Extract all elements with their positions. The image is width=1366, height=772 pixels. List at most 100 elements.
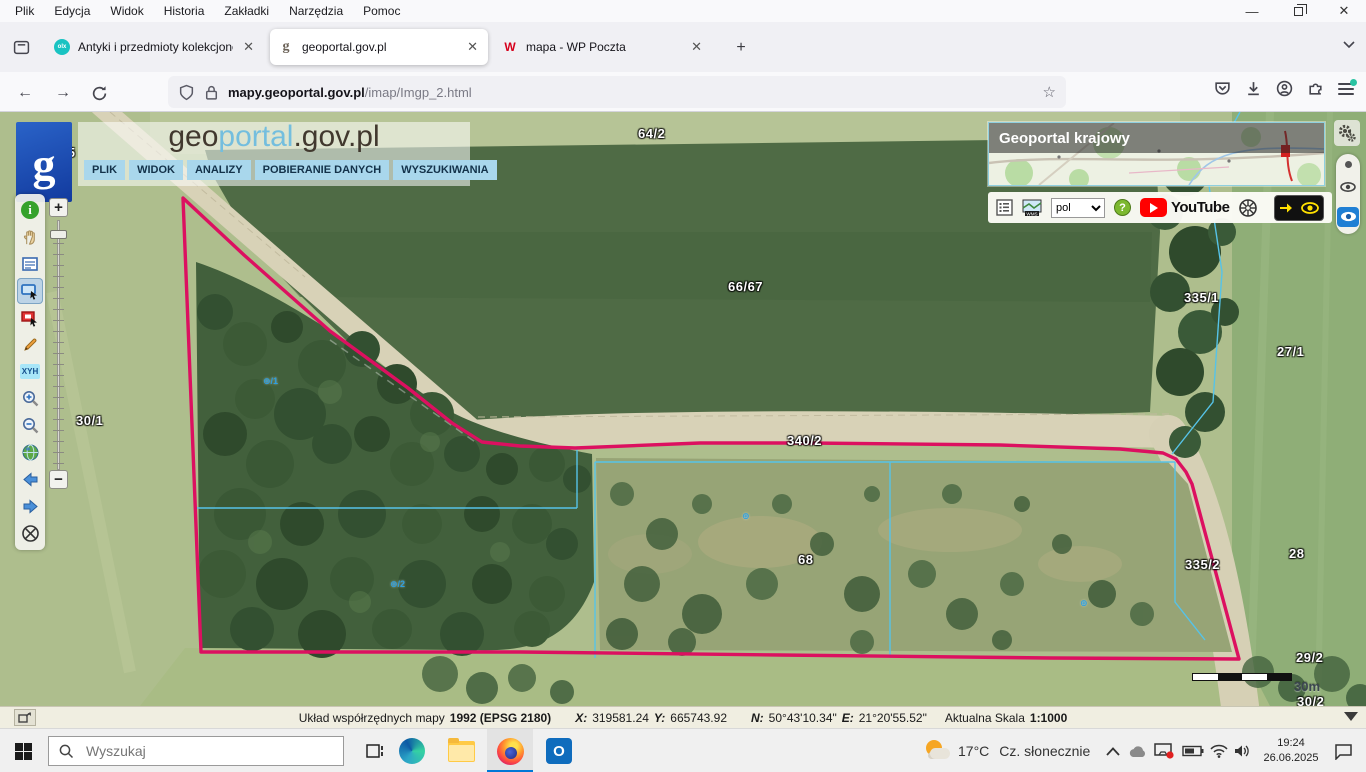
gp-menu-wyszukiwania[interactable]: WYSZUKIWANIA: [393, 160, 496, 180]
zoom-in-button[interactable]: [17, 386, 43, 412]
zoom-slider-handle[interactable]: [50, 230, 67, 239]
tab-bar: olx Antyki i przedmioty kolekcjoner ✕ g …: [0, 22, 1366, 72]
settings-gears-button[interactable]: [1334, 120, 1360, 146]
menu-zakladki[interactable]: Zakładki: [215, 2, 278, 20]
geoportal-logo[interactable]: g: [16, 122, 72, 202]
volume-icon[interactable]: [1234, 729, 1252, 772]
wifi-icon[interactable]: [1210, 729, 1228, 772]
taskbar-search[interactable]: [48, 736, 344, 766]
tab-close-icon[interactable]: ✕: [689, 39, 704, 55]
small-eye-button[interactable]: [1340, 182, 1356, 192]
search-icon: [59, 744, 74, 759]
blue-eye-button[interactable]: [1337, 207, 1359, 227]
clock[interactable]: 19:24 26.06.2025: [1258, 729, 1324, 772]
reload-icon[interactable]: [86, 80, 112, 106]
tab-wp-poczta[interactable]: W mapa - WP Poczta ✕: [494, 29, 712, 65]
zoom-slider-plus-button[interactable]: +: [49, 198, 68, 217]
youtube-play-icon: [1140, 198, 1167, 217]
start-button[interactable]: [0, 729, 46, 772]
go-arrow-icon[interactable]: [1279, 202, 1293, 214]
menu-narzedzia[interactable]: Narzędzia: [280, 2, 352, 20]
draw-pencil-button[interactable]: [17, 332, 43, 358]
next-view-arrow-button[interactable]: [17, 494, 43, 520]
folder-icon: [448, 741, 475, 762]
tab-olx[interactable]: olx Antyki i przedmioty kolekcjoner ✕: [46, 29, 264, 65]
deselect-rectangle-button[interactable]: [17, 305, 43, 331]
legend-grid-icon[interactable]: [996, 199, 1013, 216]
app-menu-icon[interactable]: [1338, 82, 1354, 96]
pocket-icon[interactable]: [1214, 80, 1231, 97]
forward-icon[interactable]: →: [50, 80, 76, 106]
firefox-view-icon[interactable]: [10, 36, 32, 58]
download-icon[interactable]: [1245, 80, 1262, 97]
battery-icon[interactable]: [1182, 729, 1204, 772]
xyh-coordinates-button[interactable]: XYH: [17, 359, 43, 385]
tray-chevron-icon[interactable]: [1106, 729, 1120, 772]
tree-symbol-mark: ⊕: [1080, 598, 1088, 609]
back-icon[interactable]: ←: [12, 80, 38, 106]
onedrive-cloud-icon[interactable]: [1128, 729, 1148, 772]
youtube-button[interactable]: YouTube: [1140, 198, 1229, 217]
select-by-rectangle-button[interactable]: [17, 278, 43, 304]
identify-info-button[interactable]: i: [17, 198, 43, 224]
menu-historia[interactable]: Historia: [155, 2, 214, 20]
edge-button[interactable]: [389, 729, 435, 772]
gp-menu-analizy[interactable]: ANALIZY: [187, 160, 251, 180]
menu-plik[interactable]: Plik: [6, 2, 43, 20]
wireless-display-icon[interactable]: [1154, 729, 1174, 772]
tab-close-icon[interactable]: ✕: [465, 39, 480, 55]
scroll-down-icon[interactable]: [1344, 712, 1358, 721]
search-input[interactable]: [84, 742, 284, 760]
lock-icon[interactable]: [203, 84, 220, 101]
clear-selection-button[interactable]: [17, 521, 43, 547]
map-parcel-label: 30/2: [1297, 694, 1324, 706]
compass-settings-icon[interactable]: [1238, 198, 1258, 218]
overview-minimap-title: Geoportal krajowy: [989, 123, 1324, 153]
gp-menu-widok[interactable]: WIDOK: [129, 160, 183, 180]
expand-widget-icon[interactable]: [14, 709, 36, 726]
new-tab-button[interactable]: +: [730, 37, 752, 59]
extensions-puzzle-icon[interactable]: [1307, 80, 1324, 97]
tracking-shield-icon[interactable]: [178, 84, 195, 101]
list-all-tabs-icon[interactable]: [1342, 37, 1356, 54]
gp-menu-plik[interactable]: PLIK: [84, 160, 125, 180]
firefox-button[interactable]: [487, 729, 533, 772]
close-button[interactable]: ✕: [1329, 2, 1359, 20]
tab-geoportal[interactable]: g geoportal.gov.pl ✕: [270, 29, 488, 65]
file-explorer-button[interactable]: [438, 729, 484, 772]
tree-symbol-mark: ⊕: [742, 511, 750, 522]
menu-edycja[interactable]: Edycja: [45, 2, 99, 20]
url-bar[interactable]: mapy.geoportal.gov.pl/imap/Imgp_2.html ☆: [168, 76, 1066, 108]
zoom-slider-minus-button[interactable]: −: [49, 470, 68, 489]
minimize-button[interactable]: —: [1237, 2, 1267, 20]
pan-hand-button[interactable]: [17, 224, 43, 250]
outlook-button[interactable]: O: [536, 729, 582, 772]
bookmark-star-icon[interactable]: ☆: [1043, 83, 1056, 101]
weather-widget[interactable]: 17°C Cz. słonecznie: [924, 729, 1090, 772]
previous-view-arrow-button[interactable]: [17, 467, 43, 493]
wms-layers-icon[interactable]: WMS: [1022, 199, 1042, 217]
navigation-bar: ← → mapy.geoportal.gov.pl/imap/Imgp_2.ht…: [0, 72, 1366, 112]
attribute-table-button[interactable]: [17, 251, 43, 277]
menu-widok[interactable]: Widok: [101, 2, 152, 20]
language-select[interactable]: pol: [1051, 198, 1105, 218]
full-extent-globe-button[interactable]: [17, 440, 43, 466]
geoportal-wordmark: geoportal.gov.pl: [78, 120, 470, 154]
tab-close-icon[interactable]: ✕: [241, 39, 256, 55]
small-dot-button[interactable]: [1345, 161, 1352, 168]
account-icon[interactable]: [1276, 80, 1293, 97]
restore-button[interactable]: [1283, 2, 1313, 20]
map-parcel-label: 28: [1289, 546, 1304, 561]
map-viewport[interactable]: 6564/266/67335/127/130/1340/268335/22829…: [0, 112, 1366, 706]
map-top-toolbar: WMS pol ? YouTube: [988, 192, 1332, 223]
overview-minimap[interactable]: Geoportal krajowy: [988, 122, 1325, 186]
help-icon[interactable]: ?: [1114, 199, 1131, 216]
map-parcel-label: 27/1: [1277, 344, 1304, 359]
menu-pomoc[interactable]: Pomoc: [354, 2, 409, 20]
gp-menu-pobieranie[interactable]: POBIERANIE DANYCH: [255, 160, 390, 180]
browser-menubar: Plik Edycja Widok Historia Zakładki Narz…: [0, 0, 1366, 22]
zoom-out-button[interactable]: [17, 413, 43, 439]
visibility-eye-icon[interactable]: [1301, 202, 1319, 214]
notification-center-icon[interactable]: [1334, 729, 1353, 772]
geoportal-menu: PLIK WIDOK ANALIZY POBIERANIE DANYCH WYS…: [84, 160, 497, 180]
